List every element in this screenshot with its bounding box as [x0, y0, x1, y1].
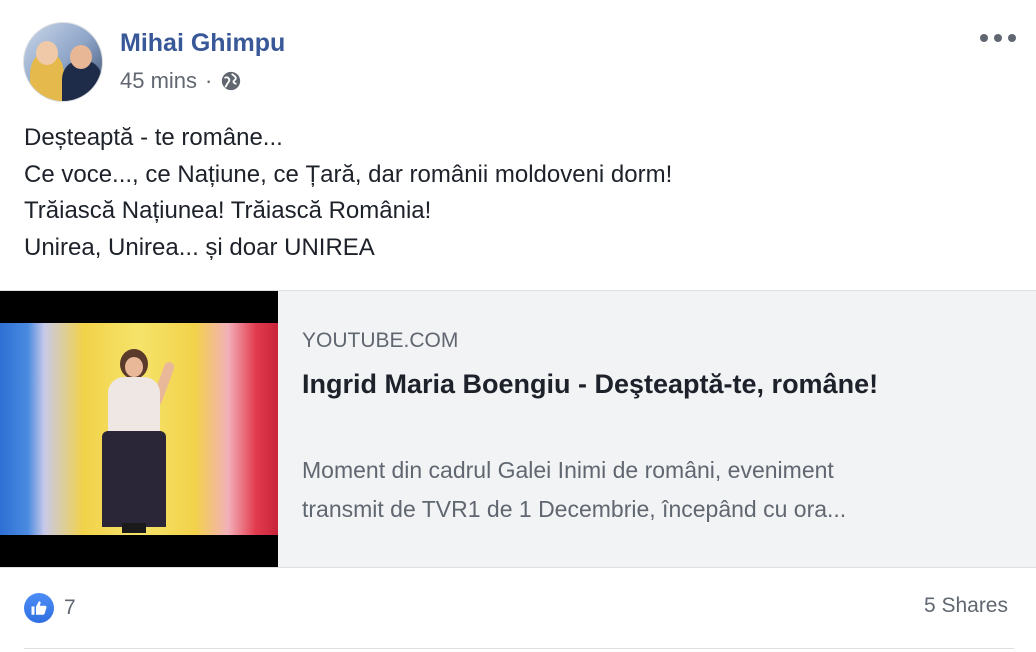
thumbs-up-glyph: [31, 601, 47, 615]
reactions-summary[interactable]: 7: [24, 592, 76, 624]
link-description-line: Moment din cadrul Galei Inimi de români,…: [302, 457, 834, 483]
video-thumbnail[interactable]: [0, 291, 278, 567]
meta-separator: ·: [205, 68, 213, 93]
singer-face: [125, 357, 143, 377]
post-message: Deșteaptă - te române... Ce voce..., ce …: [24, 120, 1014, 266]
more-dot: [980, 34, 988, 42]
more-dot: [994, 34, 1002, 42]
like-count: 7: [64, 596, 76, 619]
more-options-icon[interactable]: [980, 26, 1016, 50]
facebook-post: Mihai Ghimpu 45 mins · Deșteaptă - te ro…: [0, 0, 1036, 652]
shares-count-link[interactable]: 5 Shares: [860, 594, 1008, 618]
link-domain: YOUTUBE.COM: [302, 329, 459, 352]
post-text-line: Ce voce..., ce Națiune, ce Țară, dar rom…: [24, 160, 673, 188]
post-text-line: Trăiască Națiunea! Trăiască România!: [24, 197, 432, 224]
post-text-line: Deșteaptă - te române...: [24, 124, 283, 151]
avatar-face-right: [70, 45, 92, 69]
link-preview-card[interactable]: YOUTUBE.COM Ingrid Maria Boengiu - Deşte…: [0, 290, 1036, 568]
link-description-line: transmit de TVR1 de 1 Decembrie, începân…: [302, 496, 847, 522]
author-name-link[interactable]: Mihai Ghimpu: [120, 28, 285, 58]
link-description: Moment din cadrul Galei Inimi de români,…: [302, 451, 1002, 529]
globe-icon[interactable]: [220, 70, 242, 92]
post-meta: 45 mins ·: [120, 68, 242, 94]
more-dot: [1008, 34, 1016, 42]
singer-shoes: [122, 523, 146, 533]
post-text-line: Unirea, Unirea... și doar UNIREA: [24, 233, 375, 261]
thumbs-up-icon: [24, 593, 54, 623]
post-timestamp[interactable]: 45 mins: [120, 68, 197, 94]
footer-divider: [24, 648, 1014, 649]
author-avatar[interactable]: [23, 22, 103, 102]
singer-skirt: [102, 431, 166, 527]
avatar-face-left: [36, 41, 58, 65]
link-title[interactable]: Ingrid Maria Boengiu - Deşteaptă-te, rom…: [302, 365, 992, 404]
